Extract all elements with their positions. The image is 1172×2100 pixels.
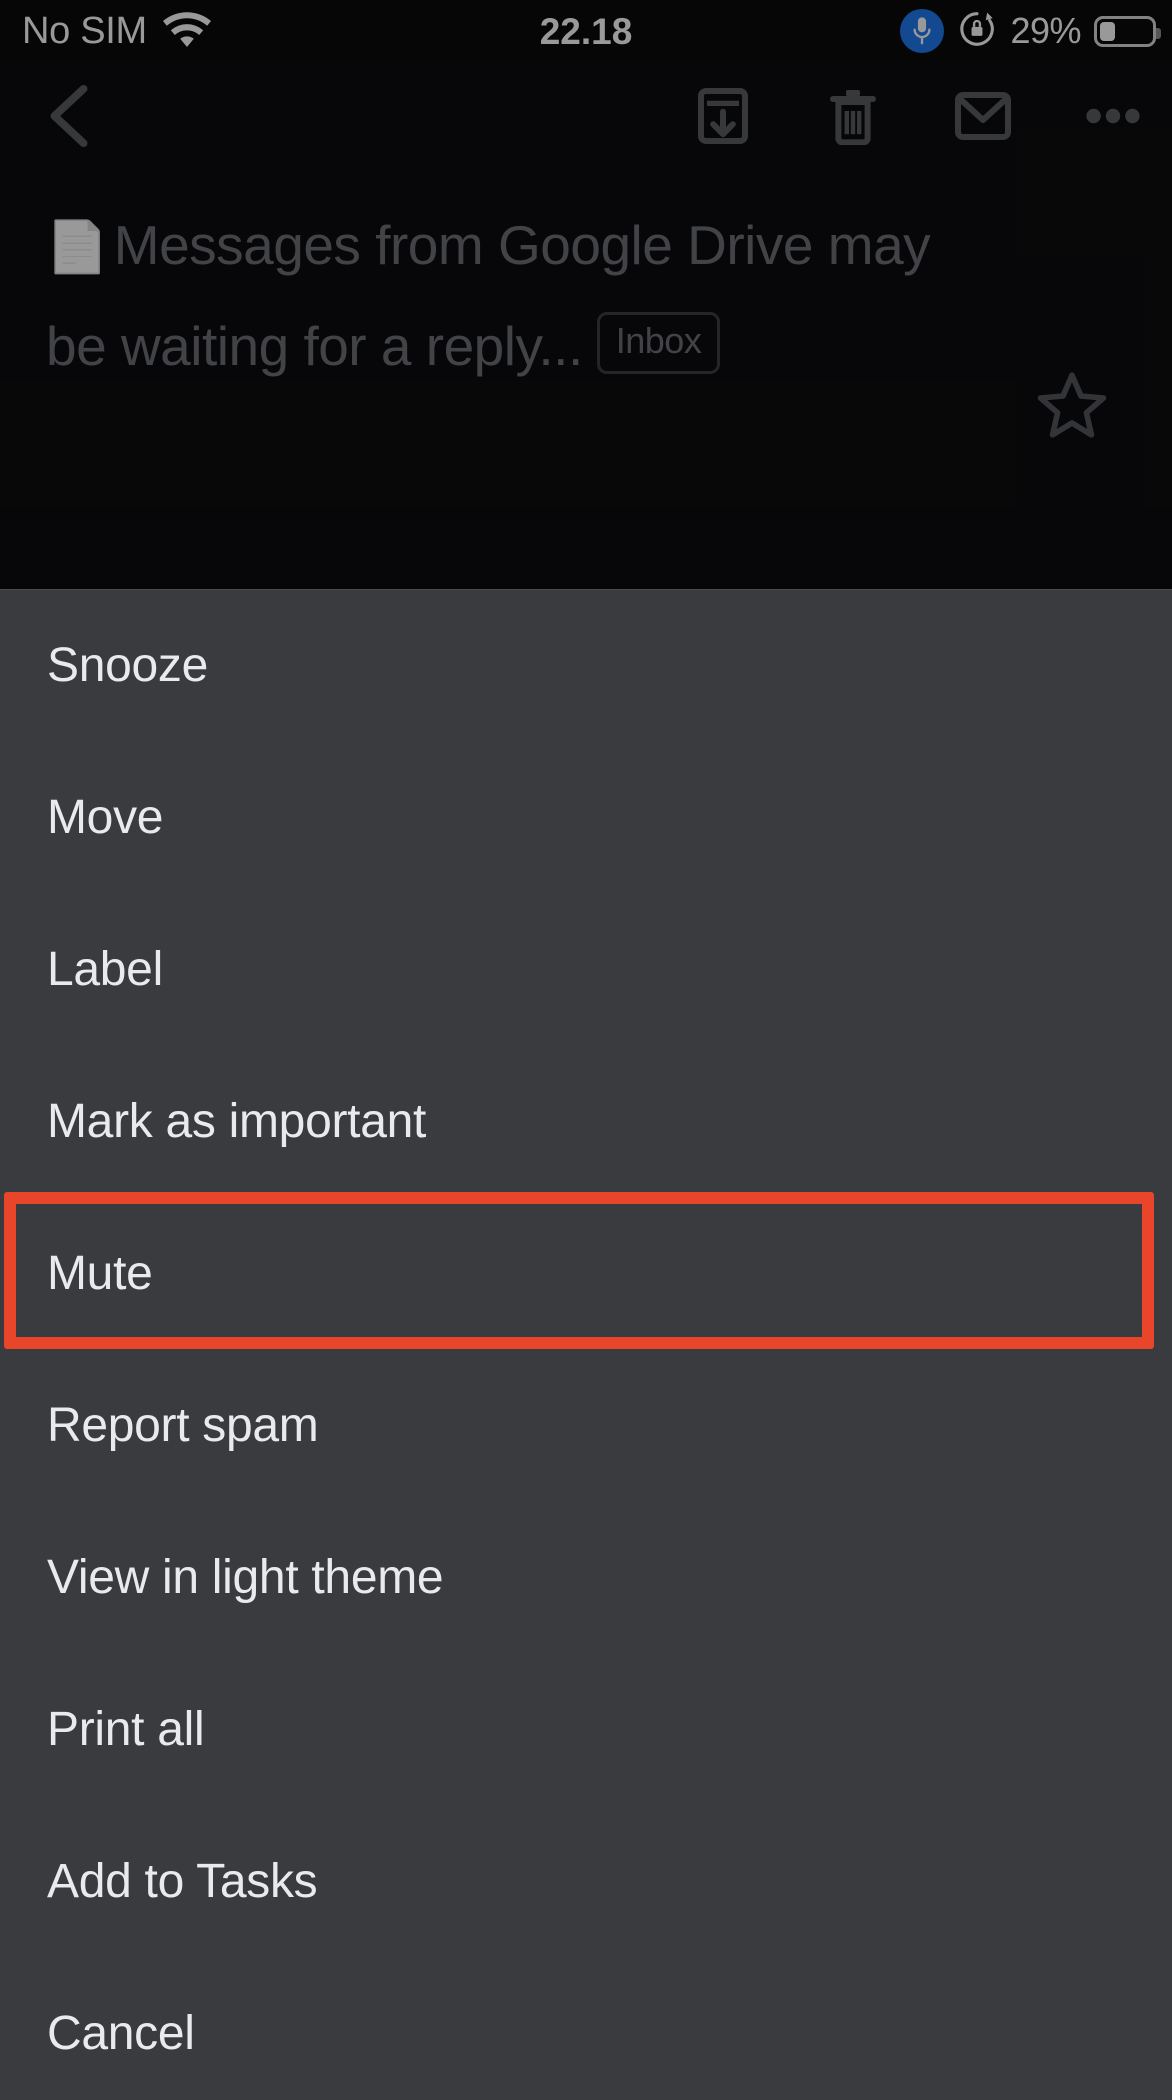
menu-item-label[interactable]: Label <box>0 894 1172 1046</box>
status-bar: No SIM 22.18 29% <box>0 0 1172 62</box>
back-chevron-icon <box>42 83 98 154</box>
menu-item-view-light-theme[interactable]: View in light theme <box>0 1502 1172 1654</box>
menu-item-mute[interactable]: Mute <box>0 1198 1172 1350</box>
subject-text: Messages from Google Drive may be waitin… <box>46 214 931 377</box>
menu-item-label: Report spam <box>47 1399 319 1452</box>
conversation-subject-block: 📄 Messages from Google Drive may be waiti… <box>0 182 1172 582</box>
carrier-label: No SIM <box>22 10 147 52</box>
microphone-icon <box>900 9 945 53</box>
star-button[interactable] <box>1026 362 1118 454</box>
more-options-button[interactable] <box>1076 81 1150 155</box>
menu-item-label: Snooze <box>47 639 208 692</box>
archive-icon <box>696 87 750 150</box>
document-emoji-icon: 📄 <box>46 219 108 275</box>
menu-item-label: Move <box>47 791 164 844</box>
status-bar-left: No SIM <box>22 0 211 62</box>
menu-item-label: Print all <box>47 1703 205 1756</box>
battery-fill <box>1100 21 1115 41</box>
menu-item-label: Add to Tasks <box>47 1855 318 1908</box>
menu-item-label: View in light theme <box>47 1551 444 1604</box>
battery-icon <box>1094 15 1161 47</box>
delete-button[interactable] <box>816 81 890 155</box>
conversation-app-bar <box>0 62 1172 174</box>
battery-percent-label: 29% <box>1010 10 1081 51</box>
phone-screen: No SIM 22.18 29% 📄 Messages from Google … <box>0 0 1172 2100</box>
inbox-label-chip[interactable]: Inbox <box>596 312 721 374</box>
menu-item-print-all[interactable]: Print all <box>0 1654 1172 1806</box>
status-bar-right: 29% <box>900 0 1161 62</box>
mark-unread-button[interactable] <box>946 81 1020 155</box>
wifi-icon <box>162 10 211 53</box>
back-button[interactable] <box>24 72 116 164</box>
menu-item-snooze[interactable]: Snooze <box>0 590 1172 742</box>
clock-label: 22.18 <box>539 10 633 52</box>
subject-row: 📄 Messages from Google Drive may be waiti… <box>46 182 1126 454</box>
delete-icon <box>828 87 878 150</box>
more-options-icon <box>1086 106 1140 131</box>
menu-item-label: Mark as important <box>47 1095 427 1148</box>
menu-item-label: Mute <box>47 1247 153 1300</box>
mark-unread-icon <box>954 90 1012 147</box>
menu-item-move[interactable]: Move <box>0 742 1172 894</box>
star-outline-icon <box>1035 370 1109 447</box>
menu-item-label: Label <box>47 943 163 996</box>
menu-item-report-spam[interactable]: Report spam <box>0 1350 1172 1502</box>
menu-item-mark-as-important[interactable]: Mark as important <box>0 1046 1172 1198</box>
menu-item-label: Cancel <box>47 2007 195 2060</box>
overflow-menu-sheet: Snooze Move Label Mark as important Mute… <box>0 589 1172 2100</box>
menu-item-cancel[interactable]: Cancel <box>0 1958 1172 2100</box>
menu-item-add-to-tasks[interactable]: Add to Tasks <box>0 1806 1172 1958</box>
rotation-lock-icon <box>957 9 997 54</box>
app-bar-actions <box>686 81 1150 155</box>
subject-line: 📄 Messages from Google Drive may be waiti… <box>46 182 946 396</box>
archive-button[interactable] <box>686 81 760 155</box>
